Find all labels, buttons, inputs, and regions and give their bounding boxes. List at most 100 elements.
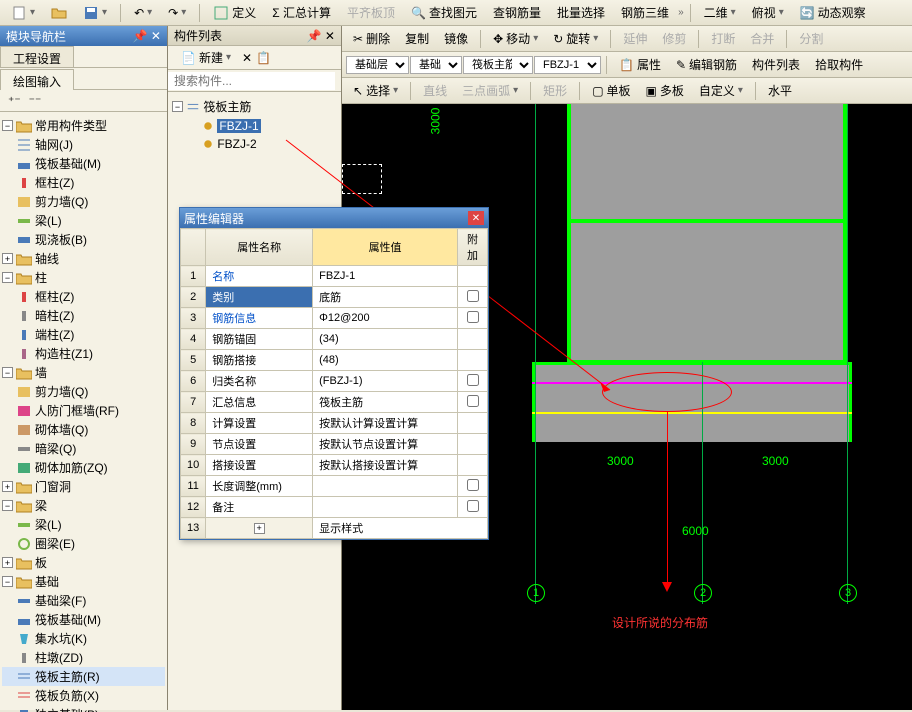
layer-select[interactable]: 基础层 [346, 56, 409, 74]
prop-row-5[interactable]: 5钢筋搭接(48) [181, 350, 488, 371]
tree-f-iso[interactable]: 独立基础(P) [2, 705, 165, 712]
tree-shearwall[interactable]: 剪力墙(Q) [2, 192, 165, 211]
list-item-fbzj1[interactable]: FBZJ-1 [172, 117, 337, 135]
row11-checkbox[interactable] [467, 479, 479, 491]
top-button[interactable]: 俯视▾ [745, 1, 791, 24]
row2-checkbox[interactable] [467, 290, 479, 302]
mirror-button[interactable]: 镜像 [437, 27, 475, 50]
tree-col-dark[interactable]: 暗柱(Z) [2, 306, 165, 325]
dyn-button[interactable]: 🔄动态观察 [793, 1, 873, 24]
prop-row-1[interactable]: 1名称FBZJ-1 [181, 266, 488, 287]
tree-beam[interactable]: 梁(L) [2, 211, 165, 230]
prop-row-8[interactable]: 8计算设置按默认计算设置计算 [181, 413, 488, 434]
line-button[interactable]: 直线 [416, 79, 454, 102]
row7-checkbox[interactable] [467, 395, 479, 407]
tree-raft[interactable]: 筏板基础(M) [2, 154, 165, 173]
tree-f-sump[interactable]: 集水坑(K) [2, 629, 165, 648]
tree-col-frame[interactable]: 框柱(Z) [2, 287, 165, 306]
copy-button[interactable]: 复制 [398, 27, 436, 50]
sum-button[interactable]: Σ 汇总计算 [265, 1, 338, 24]
prop-row-2[interactable]: 2类别底筋 [181, 287, 488, 308]
new-component-button[interactable]: 📄新建▾ [174, 46, 238, 69]
sub-select[interactable]: 筏板主筋 [463, 56, 533, 74]
prop-row-10[interactable]: 10搭接设置按默认搭接设置计算 [181, 455, 488, 476]
tree-slab[interactable]: 现浇板(B) [2, 230, 165, 249]
2d-button[interactable]: 二维▾ [697, 1, 743, 24]
multi-button[interactable]: ▣多板 [639, 79, 691, 102]
tree-axis[interactable]: 轴网(J) [2, 135, 165, 154]
pick-button[interactable]: 拾取构件 [808, 53, 870, 76]
open-button[interactable] [44, 2, 74, 24]
trim-button[interactable]: 修剪 [655, 27, 693, 50]
item-select[interactable]: FBZJ-1 [534, 56, 601, 74]
expand-icon[interactable]: ⁺⁻ [4, 92, 25, 110]
tree-g-opening[interactable]: +门窗洞 [2, 477, 165, 496]
select-button[interactable]: ↖选择▾ [346, 79, 405, 102]
delete-button[interactable]: ✂删除 [346, 27, 397, 50]
prop-row-11[interactable]: 11长度调整(mm) [181, 476, 488, 497]
arc-button[interactable]: 三点画弧▾ [455, 79, 525, 102]
tab-project[interactable]: 工程设置 [0, 46, 74, 67]
tree-g-beam[interactable]: −梁 [2, 496, 165, 515]
rotate-button[interactable]: ↻旋转▾ [546, 27, 605, 50]
editbar-button[interactable]: ✎编辑钢筋 [669, 53, 744, 76]
list-item-fbzj2[interactable]: FBZJ-2 [172, 135, 337, 153]
single-button[interactable]: ▢单板 [585, 79, 637, 102]
prop-row-12[interactable]: 12备注 [181, 497, 488, 518]
list-root[interactable]: − 筏板主筋 [172, 96, 337, 117]
row3-checkbox[interactable] [467, 311, 479, 323]
list-button[interactable]: 构件列表 [745, 53, 807, 76]
tree-col-constr[interactable]: 构造柱(Z1) [2, 344, 165, 363]
tree-wall-shear[interactable]: 剪力墙(Q) [2, 382, 165, 401]
tree-g-col[interactable]: −柱 [2, 268, 165, 287]
tree-framecol[interactable]: 框柱(Z) [2, 173, 165, 192]
3d-button[interactable]: 钢筋三维 [614, 1, 676, 24]
cat-select[interactable]: 基础 [410, 56, 462, 74]
tree-f-beam[interactable]: 基础梁(F) [2, 591, 165, 610]
new-file-button[interactable]: ▾ [4, 2, 42, 24]
tab-draw[interactable]: 绘图输入 [0, 69, 74, 90]
tree-f-pier[interactable]: 柱墩(ZD) [2, 648, 165, 667]
break-button[interactable]: 打断 [704, 27, 742, 50]
tree-f-raft[interactable]: 筏板基础(M) [2, 610, 165, 629]
redo-button[interactable]: ↷▾ [161, 3, 193, 23]
tree-root[interactable]: −常用构件类型 [2, 116, 165, 135]
prop-row-7[interactable]: 7汇总信息筏板主筋 [181, 392, 488, 413]
batch-button[interactable]: 批量选择 [550, 1, 612, 24]
undo-button[interactable]: ↶▾ [127, 3, 159, 23]
extend-button[interactable]: 延伸 [616, 27, 654, 50]
define-button[interactable]: 定义 [206, 1, 263, 24]
merge-button[interactable]: 合并 [743, 27, 781, 50]
level-button[interactable]: 水平 [761, 79, 799, 102]
row12-checkbox[interactable] [467, 500, 479, 512]
prop-row-9[interactable]: 9节点设置按默认节点设置计算 [181, 434, 488, 455]
tree-wall-masonry[interactable]: 砌体墙(Q) [2, 420, 165, 439]
prop-row-3[interactable]: 3钢筋信息Φ12@200 [181, 308, 488, 329]
row6-checkbox[interactable] [467, 374, 479, 386]
delete-icon[interactable]: ✕ [242, 51, 252, 65]
search-input[interactable] [168, 72, 335, 90]
tree-col-end[interactable]: 端柱(Z) [2, 325, 165, 344]
dialog-titlebar[interactable]: 属性编辑器 ✕ [180, 208, 488, 228]
tree-f-raftmain[interactable]: 筏板主筋(R) [2, 667, 165, 686]
prop-button[interactable]: 📋属性 [612, 53, 668, 76]
tree-wall-door[interactable]: 人防门框墙(RF) [2, 401, 165, 420]
tree-f-raftneg[interactable]: 筏板负筋(X) [2, 686, 165, 705]
pin-icon[interactable]: 📌 ✕ [307, 29, 335, 43]
save-button[interactable]: ▾ [76, 2, 114, 24]
tree-beam-ring[interactable]: 圈梁(E) [2, 534, 165, 553]
flatten-button[interactable]: 平齐板顶 [340, 1, 402, 24]
tree-g-wall[interactable]: −墙 [2, 363, 165, 382]
tree-wall-rebar[interactable]: 砌体加筋(ZQ) [2, 458, 165, 477]
custom-button[interactable]: 自定义▾ [692, 79, 750, 102]
collapse-icon[interactable]: ⁻⁻ [25, 92, 46, 110]
tree-g-found[interactable]: −基础 [2, 572, 165, 591]
copy-icon[interactable]: 📋 [256, 51, 271, 65]
tree-g-slab[interactable]: +板 [2, 553, 165, 572]
tree-wall-dark[interactable]: 暗梁(Q) [2, 439, 165, 458]
find-button[interactable]: 🔍查找图元 [404, 1, 484, 24]
pin-icon[interactable]: 📌 ✕ [133, 29, 161, 43]
tree-g-axis[interactable]: +轴线 [2, 249, 165, 268]
prop-row-13[interactable]: 13+显示样式 [181, 518, 488, 539]
close-icon[interactable]: ✕ [468, 211, 484, 225]
